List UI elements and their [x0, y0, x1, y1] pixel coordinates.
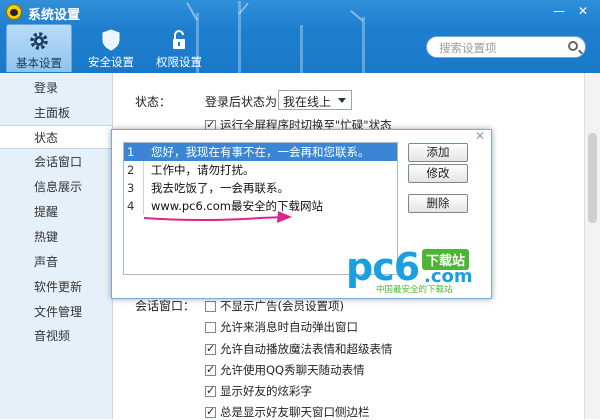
tab-label: 权限设置	[156, 55, 202, 69]
search-placeholder: 搜索设置项	[439, 41, 497, 55]
sidebar-show-checkbox[interactable]	[205, 405, 216, 418]
column-divider	[143, 161, 144, 179]
tab-label: 基本设置	[16, 56, 62, 70]
sidebar-item-main-panel[interactable]: 主面板	[0, 101, 112, 125]
pc6-watermark-logo: pc6 下载站 .com 中国最安全的下载站	[346, 245, 473, 295]
session-section-label: 会话窗口：	[135, 299, 196, 313]
colorful-text-checkbox[interactable]	[205, 384, 216, 397]
list-item-text: 我去吃饭了，一会再联系。	[151, 181, 289, 195]
list-item-number: 1	[127, 145, 135, 159]
sidebar-item-session-window[interactable]: 会话窗口	[0, 150, 112, 174]
column-divider	[143, 179, 144, 197]
tab-label: 安全设置	[88, 55, 134, 69]
sidebar-show-label: 总是显示好友聊天窗口侧边栏	[220, 405, 370, 419]
modify-button[interactable]: 修改	[408, 164, 468, 183]
sidebar: 登录 主面板 状态 会话窗口 信息展示 提醒 热键 声音 软件更新 文件管理 音…	[0, 73, 113, 419]
list-item-text: 您好，我现在有事不在，一会再和您联系。	[151, 145, 370, 159]
shield-icon	[102, 29, 120, 51]
tab-basic-settings[interactable]: 基本设置	[6, 24, 72, 72]
close-button[interactable]: ✕	[572, 2, 594, 20]
title-bar[interactable]: 系统设置 — ✕	[0, 0, 600, 24]
watermark-slogan: 中国最安全的下载站	[376, 285, 453, 295]
dialog-close-icon[interactable]: ✕	[473, 129, 487, 143]
list-item-number: 2	[127, 163, 135, 177]
list-item-text: 工作中，请勿打扰。	[151, 163, 255, 177]
list-item[interactable]: 1 您好，我现在有事不在，一会再和您联系。	[124, 143, 397, 161]
lock-icon	[173, 30, 185, 49]
add-button[interactable]: 添加	[408, 143, 468, 162]
tab-security-settings[interactable]: 安全设置	[78, 24, 144, 72]
sidebar-item-audio-video[interactable]: 音视频	[0, 324, 112, 348]
no-ads-checkbox[interactable]	[205, 301, 216, 312]
scrollbar-thumb[interactable]	[588, 133, 597, 223]
search-input[interactable]: 搜索设置项	[426, 36, 586, 58]
search-icon[interactable]	[568, 41, 578, 51]
scrollbar[interactable]	[584, 73, 600, 419]
watermark-brand: pc6	[346, 245, 420, 289]
qq-show-checkbox[interactable]	[205, 363, 216, 376]
delete-button[interactable]: 删除	[408, 194, 468, 213]
chevron-down-icon	[338, 98, 346, 103]
no-ads-label: 不显示广告(会员设置项)	[220, 299, 344, 313]
minimize-button[interactable]: —	[548, 2, 570, 20]
auto-popup-label: 允许来消息时自动弹出窗口	[220, 320, 358, 334]
list-item-number: 4	[127, 199, 135, 213]
sidebar-item-status[interactable]: 状态	[0, 125, 112, 149]
sidebar-item-login[interactable]: 登录	[0, 76, 112, 100]
sidebar-item-sound[interactable]: 声音	[0, 250, 112, 274]
list-item[interactable]: 2 工作中，请勿打扰。	[124, 161, 397, 179]
qq-show-label: 允许使用QQ秀聊天随动表情	[220, 363, 365, 377]
sidebar-item-reminder[interactable]: 提醒	[0, 200, 112, 224]
sidebar-item-info-display[interactable]: 信息展示	[0, 175, 112, 199]
list-item[interactable]: 3 我去吃饭了，一会再联系。	[124, 179, 397, 197]
login-status-value: 我在线上	[283, 95, 332, 109]
list-item-number: 3	[127, 181, 135, 195]
gear-icon	[30, 32, 48, 50]
sidebar-item-hotkey[interactable]: 热键	[0, 225, 112, 249]
auto-popup-checkbox[interactable]	[205, 322, 216, 333]
magic-emoji-checkbox[interactable]	[205, 342, 216, 355]
sidebar-item-software-update[interactable]: 软件更新	[0, 275, 112, 299]
annotation-arrow-icon	[143, 211, 292, 223]
status-section-label: 状态：	[135, 95, 172, 109]
login-status-select[interactable]: 我在线上	[278, 90, 352, 110]
colorful-text-label: 显示好友的炫彩字	[220, 384, 312, 398]
window-title: 系统设置	[28, 8, 81, 23]
header-bar: 系统设置 — ✕ 基本设置 安全设置 权限设置 搜索设置项	[0, 0, 600, 73]
login-status-label: 登录后状态为:	[205, 95, 282, 109]
tab-permission-settings[interactable]: 权限设置	[146, 24, 212, 72]
qq-logo-icon	[6, 4, 22, 20]
magic-emoji-label: 允许自动播放魔法表情和超级表情	[220, 342, 393, 356]
sidebar-item-file-management[interactable]: 文件管理	[0, 300, 112, 324]
